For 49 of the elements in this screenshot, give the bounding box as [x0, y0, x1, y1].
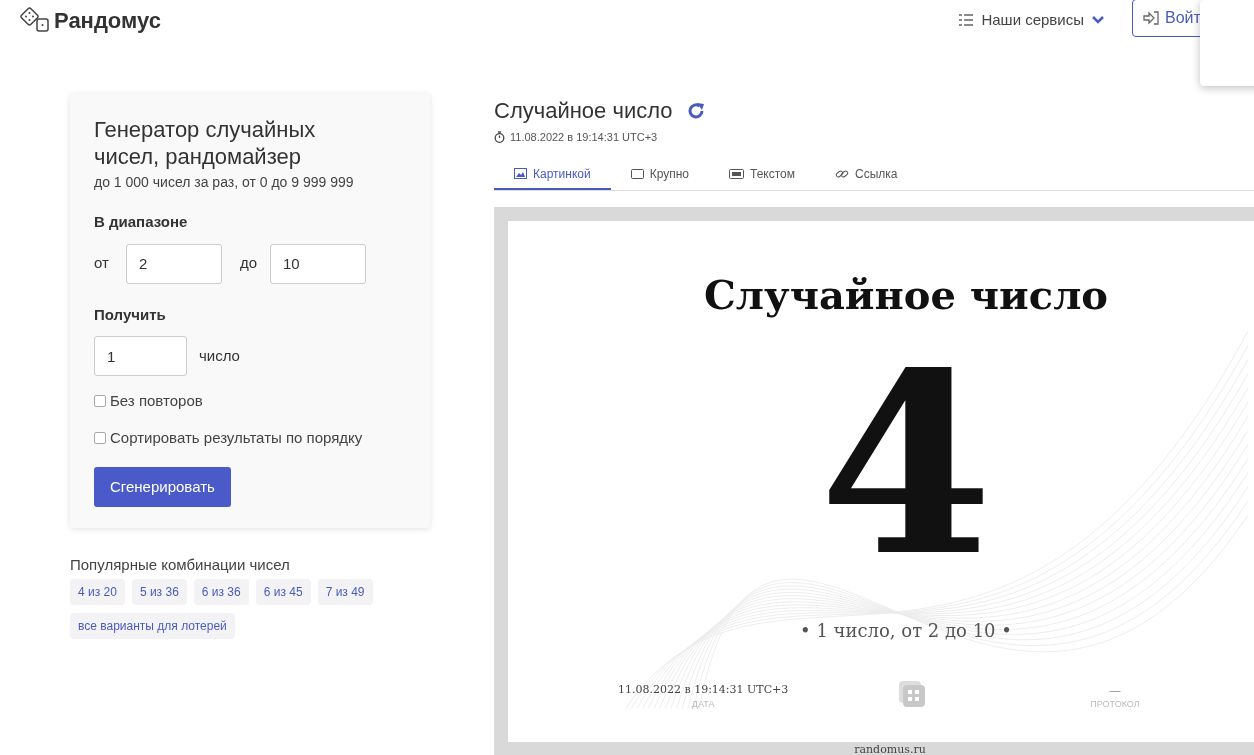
- tab[interactable]: Картинкой: [494, 159, 611, 190]
- image-caption: • 1 число, от 2 до 10 •: [800, 618, 1012, 643]
- to-label: до: [240, 253, 259, 274]
- checkbox[interactable]: [94, 395, 106, 408]
- to-field[interactable]: 10: [270, 243, 366, 284]
- stopwatch-icon: [494, 131, 505, 144]
- checkbox-label: Без повторов: [110, 391, 203, 411]
- tab[interactable]: Ссылка: [815, 159, 918, 190]
- text-box-icon: [729, 168, 744, 179]
- link-icon: [835, 167, 849, 180]
- date-label: ДАТА: [691, 698, 715, 711]
- services-menu[interactable]: Наши сервисы: [959, 8, 1104, 32]
- range-label: В диапазоне: [94, 212, 189, 232]
- image-site: randomus.ru: [854, 741, 926, 755]
- checkbox[interactable]: [94, 431, 106, 444]
- rectangle-icon: [630, 168, 644, 179]
- count-field[interactable]: 1: [94, 336, 187, 376]
- result-title: Случайное число: [494, 97, 673, 125]
- image-number: 4: [819, 338, 993, 589]
- checkbox-label: Сортировать результаты по порядку: [110, 427, 363, 448]
- refresh-icon[interactable]: [686, 101, 705, 120]
- combination-chip[interactable]: 6 из 45: [255, 578, 311, 605]
- image-date: 11.08.2022 в 19:14:31 UTC+3: [618, 681, 789, 698]
- combination-chip[interactable]: все варианты для лотерей: [70, 612, 235, 639]
- result-timestamp: 11.08.2022 в 19:14:31 UTC+3: [510, 130, 658, 145]
- generator-title: Генератор случайных чисел, рандомайзер: [94, 116, 317, 170]
- dice-icon: [898, 679, 927, 708]
- protocol-label: ПРОТОКОЛ: [1090, 698, 1140, 711]
- sign-in-icon: [1143, 11, 1159, 25]
- chevron-icon: [1092, 16, 1104, 24]
- generator-subtitle: до 1 000 чисел за раз, от 0 до 9 999 999: [94, 173, 355, 192]
- image-protocol: —: [1109, 682, 1121, 698]
- from-label: от: [94, 253, 110, 274]
- dice-icon: [20, 7, 50, 33]
- combination-chip[interactable]: 4 из 20: [70, 578, 125, 605]
- generate-button[interactable]: Сгенерировать: [94, 467, 231, 507]
- popular-title: Популярные комбинации чисел: [70, 555, 291, 575]
- count-label: Получить: [94, 304, 167, 325]
- from-field[interactable]: 2: [126, 243, 222, 284]
- tab[interactable]: Крупно: [610, 159, 709, 190]
- image-title: Случайное число: [704, 269, 1108, 320]
- image-icon: [514, 168, 527, 179]
- combination-chip[interactable]: 5 из 36: [131, 578, 187, 605]
- combination-chip[interactable]: 7 из 49: [317, 578, 373, 605]
- combination-chip[interactable]: 6 из 36: [193, 578, 249, 605]
- tab[interactable]: Текстом: [709, 159, 815, 190]
- site-logo[interactable]: Рандомус: [54, 3, 161, 37]
- list-icon: [959, 14, 974, 26]
- count-unit: число: [199, 345, 240, 366]
